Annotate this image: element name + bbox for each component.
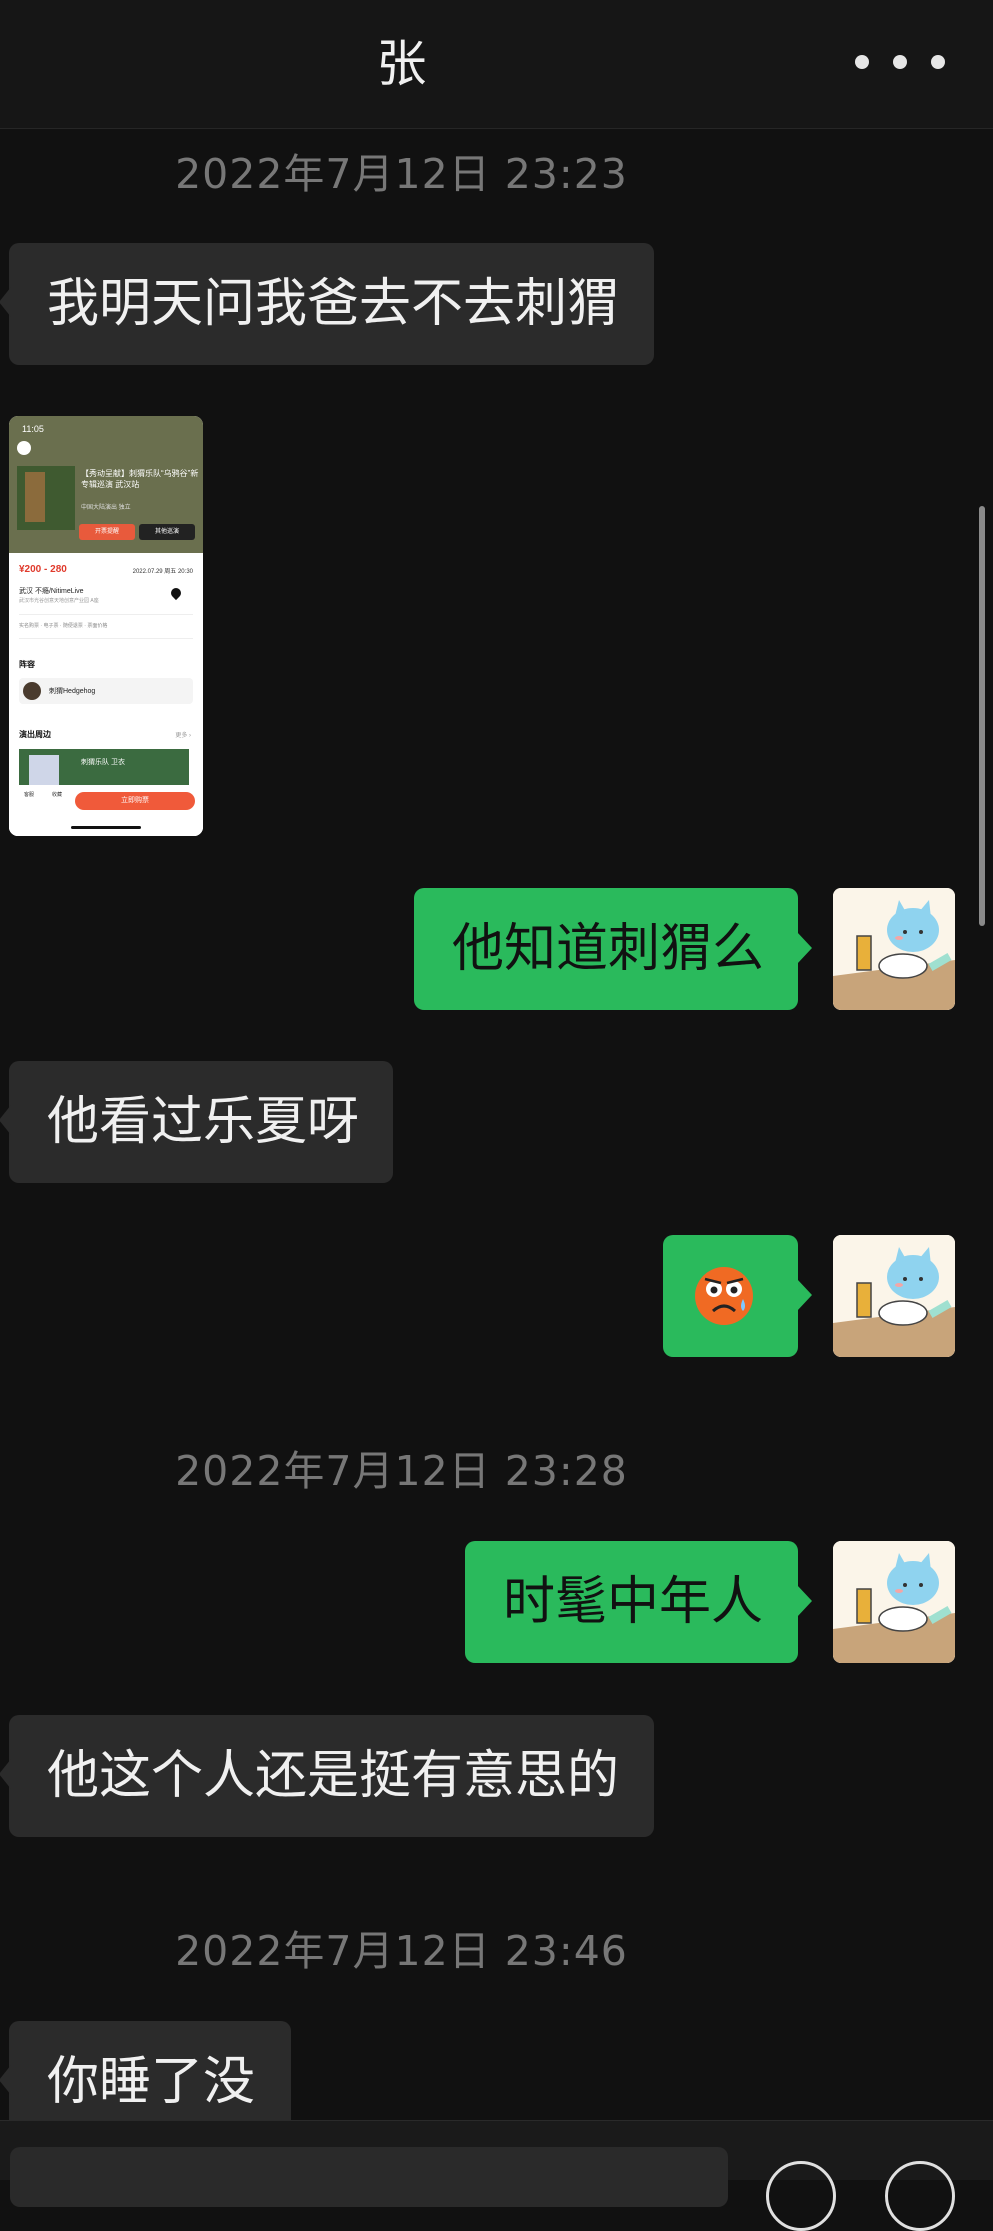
image-status-time: 11:05 [22,424,44,434]
merch-name: 刺猬乐队 卫衣 [81,759,125,766]
image-tags: 实名购票 · 电子票 · 随便退票 · 票面价格 [19,623,108,629]
timestamp: 2022年7月12日 23:46 [175,1927,628,1975]
message-incoming[interactable]: 我明天问我爸去不去刺猬 [0,243,654,365]
image-artist-row: 刺猬Hedgehog [19,678,193,704]
timestamp: 2022年7月12日 23:23 [175,150,628,198]
cat-avatar-icon[interactable] [833,888,955,1010]
merch-thumbnail [29,755,59,785]
image-divider [19,638,193,639]
message-input[interactable] [10,2147,728,2207]
image-message[interactable]: 11:05 【秀动呈献】刺猬乐队“乌鸦谷”新专辑巡演 武汉站 中国大陆演出 独立… [9,416,203,836]
image-price: ¥200 - 280 [19,564,67,575]
input-bar [0,2120,993,2231]
image-reminder-button: 开票提醒 [79,524,135,540]
image-favorite-label: 收藏 [51,792,62,798]
image-lineup-title: 阵容 [19,660,35,669]
image-service-label: 客服 [23,792,34,798]
worried-face-emoji-icon [695,1267,753,1325]
image-venue-address: 武汉市光谷创意天地创意产业园 A座 [19,598,99,604]
image-date: 2022.07.29 周五 20:30 [132,569,193,575]
image-home-indicator [71,826,141,829]
sticker-message[interactable] [663,1235,812,1357]
image-merch-title: 演出周边 [19,730,51,739]
add-button[interactable] [885,2161,955,2231]
message-outgoing[interactable]: 他知道刺猬么 [414,888,812,1010]
scrollbar[interactable] [979,506,985,926]
image-merch-item: 刺猬乐队 卫衣 [19,749,189,785]
image-album-art [17,466,75,530]
message-incoming[interactable]: 他看过乐夏呀 [0,1061,393,1183]
cat-avatar-icon[interactable] [833,1235,955,1357]
image-venue: 武汉 不瘾/NitimeLive [19,588,84,595]
image-buy-button: 立即购票 [75,792,195,810]
artist-name: 刺猬Hedgehog [49,688,96,695]
image-merch-more: 更多 › [175,733,191,739]
more-dots-icon[interactable] [855,40,945,84]
timestamp: 2022年7月12日 23:28 [175,1447,628,1495]
chat-title: 张 [376,35,427,93]
message-outgoing[interactable]: 时髦中年人 [465,1541,812,1663]
image-subtitle: 中国大陆演出 独立 [81,505,131,511]
artist-avatar [23,682,41,700]
image-headline: 【秀动呈献】刺猬乐队“乌鸦谷”新专辑巡演 武汉站 [81,469,199,489]
message-incoming[interactable]: 他这个人还是挺有意思的 [0,1715,654,1837]
image-tour-button: 其他巡演 [139,524,195,540]
emoji-button[interactable] [766,2161,836,2231]
chat-header: 张 [0,0,993,129]
image-back-icon [17,441,31,455]
image-divider [19,614,193,615]
cat-avatar-icon[interactable] [833,1541,955,1663]
